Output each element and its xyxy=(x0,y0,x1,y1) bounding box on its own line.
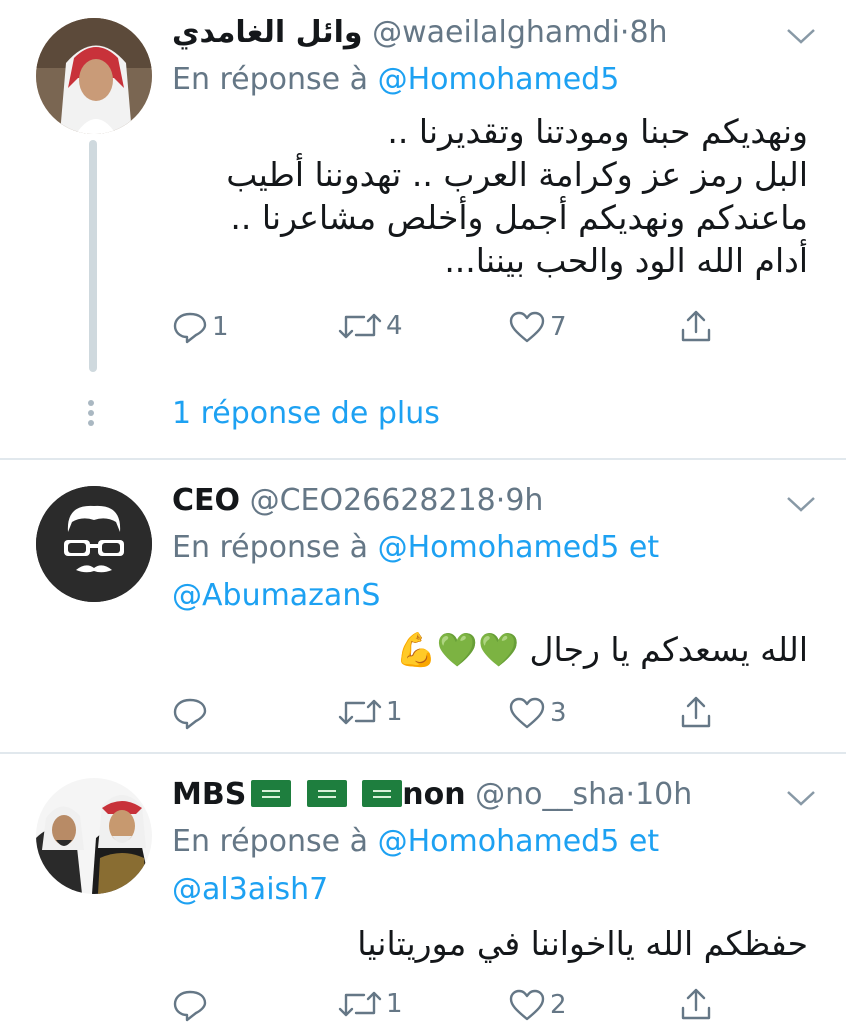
thread-line xyxy=(89,140,97,372)
share-button[interactable] xyxy=(678,986,714,1022)
reply-prefix: En réponse à xyxy=(172,824,369,859)
tweet-2[interactable]: CEO @CEO26628218·9h En réponse à @Homoha… xyxy=(0,460,846,752)
reply-button[interactable] xyxy=(172,696,212,730)
chevron-down-icon[interactable] xyxy=(784,24,818,46)
retweet-icon xyxy=(338,313,382,339)
tweet-header: MBS non @no__sha·10h xyxy=(172,776,692,814)
mention-link[interactable]: @Homohamed5 xyxy=(378,530,620,565)
reply-icon xyxy=(173,698,207,730)
saudi-flag-icon xyxy=(251,780,292,807)
chevron-down-icon[interactable] xyxy=(784,492,818,514)
reply-and: et xyxy=(628,824,660,859)
retweet-count: 1 xyxy=(386,697,403,727)
avatar[interactable] xyxy=(36,778,152,894)
tweet-text: الله يسعدكم يا رجال 💚💚💪 xyxy=(395,630,808,669)
chevron-down-icon[interactable] xyxy=(784,786,818,808)
tweet-text-line: ماعندكم ونهديكم أجمل وأخلص مشاعرنا .. xyxy=(230,198,808,237)
retweet-button[interactable]: 4 xyxy=(338,310,403,342)
share-icon xyxy=(681,988,711,1020)
timestamp[interactable]: 8h xyxy=(629,15,667,50)
reply-prefix: En réponse à xyxy=(172,62,369,97)
share-icon xyxy=(681,696,711,728)
retweet-button[interactable]: 1 xyxy=(338,988,403,1020)
saudi-flag-icon xyxy=(362,780,403,807)
tweet-text-line: أدام الله الود والحب بيننا... xyxy=(444,241,808,280)
like-icon xyxy=(509,697,545,729)
reply-button[interactable] xyxy=(172,988,212,1022)
share-icon xyxy=(681,310,711,342)
display-name-suffix: non xyxy=(402,777,466,812)
retweet-count: 4 xyxy=(386,311,403,341)
like-button[interactable]: 2 xyxy=(508,988,567,1022)
mention-link[interactable]: @al3aish7 xyxy=(172,872,328,907)
avatar[interactable] xyxy=(36,18,152,134)
like-count: 3 xyxy=(550,698,567,728)
retweet-count: 1 xyxy=(386,989,403,1019)
tweet-header: CEO @CEO26628218·9h xyxy=(172,482,543,520)
reply-context: En réponse à @Homohamed5 et @al3aish7 xyxy=(172,818,659,914)
tweet-text: حفظكم الله يااخواننا في موريتانيا xyxy=(357,924,808,963)
reply-count: 1 xyxy=(212,312,229,342)
show-more-replies-link[interactable]: 1 réponse de plus xyxy=(172,396,440,431)
share-button[interactable] xyxy=(678,308,714,344)
mention-link[interactable]: @AbumazanS xyxy=(172,578,380,613)
reply-icon xyxy=(173,312,207,344)
tweet-header: وائل الغامدي @waeilalghamdi·8h xyxy=(172,14,668,52)
display-name[interactable]: CEO xyxy=(172,483,240,518)
avatar[interactable] xyxy=(36,486,152,602)
like-count: 7 xyxy=(550,312,567,342)
tweet-text: ونهديكم حبنا ومودتنا وتقديرنا .. البل رم… xyxy=(226,110,808,282)
mention-link[interactable]: @Homohamed5 xyxy=(378,62,620,97)
retweet-icon xyxy=(338,699,382,725)
reply-prefix: En réponse à xyxy=(172,530,369,565)
retweet-icon xyxy=(338,991,382,1017)
handle[interactable]: @waeilalghamdi xyxy=(372,15,620,50)
like-icon xyxy=(509,989,545,1021)
reply-context: En réponse à @Homohamed5 xyxy=(172,56,619,104)
timestamp[interactable]: 9h xyxy=(505,483,543,518)
tweet-text-line: البل رمز عز وكرامة العرب .. تهدوننا أطيب xyxy=(226,155,808,194)
reply-button[interactable]: 1 xyxy=(172,310,229,344)
dot-separator: · xyxy=(495,483,506,518)
reply-context: En réponse à @Homohamed5 et @AbumazanS xyxy=(172,524,659,620)
mention-link[interactable]: @Homohamed5 xyxy=(378,824,620,859)
display-name[interactable]: MBS non xyxy=(172,777,466,812)
display-name-prefix: MBS xyxy=(172,777,247,812)
reply-icon xyxy=(173,990,207,1022)
retweet-button[interactable]: 1 xyxy=(338,696,403,728)
like-count: 2 xyxy=(550,990,567,1020)
tweet-1[interactable]: وائل الغامدي @waeilalghamdi·8h En répons… xyxy=(0,0,846,458)
dot-separator: · xyxy=(625,777,636,812)
share-button[interactable] xyxy=(678,694,714,730)
timestamp[interactable]: 10h xyxy=(635,777,692,812)
like-button[interactable]: 3 xyxy=(508,696,567,730)
tweet-text-line: ونهديكم حبنا ومودتنا وتقديرنا .. xyxy=(387,112,808,151)
tweet-3[interactable]: MBS non @no__sha·10h En réponse à @Homoh… xyxy=(0,754,846,1024)
more-replies-dots xyxy=(88,400,94,430)
handle[interactable]: @CEO26628218 xyxy=(250,483,496,518)
like-icon xyxy=(509,311,545,343)
saudi-flag-icon xyxy=(306,780,347,807)
handle[interactable]: @no__sha xyxy=(475,777,625,812)
reply-and: et xyxy=(628,530,660,565)
display-name[interactable]: وائل الغامدي xyxy=(172,15,363,50)
like-button[interactable]: 7 xyxy=(508,310,567,344)
